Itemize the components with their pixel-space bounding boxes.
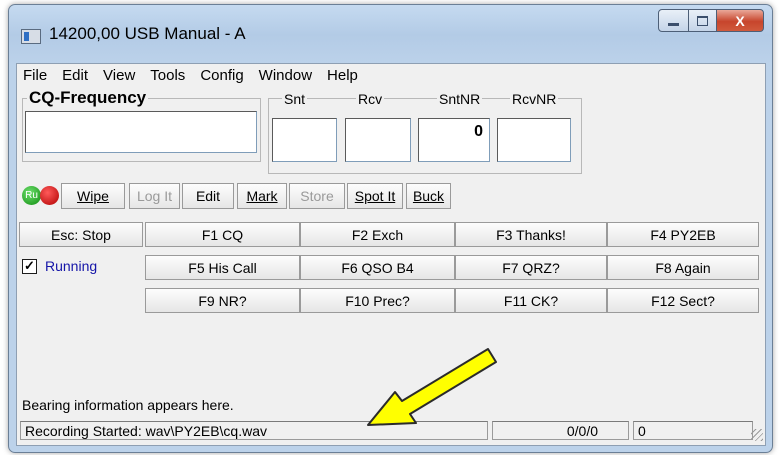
status-counts: 0/0/0 [492,421,629,440]
menu-bar: File Edit View Tools Config Window Help [17,64,765,86]
rcv-input[interactable] [345,118,411,162]
f8-button[interactable]: F8 Again [607,255,759,280]
mark-label: Mark [246,188,278,204]
menu-config[interactable]: Config [194,64,249,86]
log-it-label: Log It [136,188,173,204]
f4-button[interactable]: F4 PY2EB [607,222,759,247]
check-icon: ✓ [22,258,37,274]
spot-it-label: Spot It [354,188,396,204]
menu-file[interactable]: File [17,64,53,86]
f12-label: F12 Sect? [651,292,715,309]
esc-stop-label: Esc: Stop [51,226,111,243]
running-checkbox[interactable]: ✓ Running [22,255,97,277]
f3-button[interactable]: F3 Thanks! [455,222,607,247]
sntnr-input[interactable]: 0 [418,118,490,162]
annotation-arrow [367,348,497,426]
run-status-led: Ru [22,186,41,205]
f6-label: F6 QSO B4 [341,259,414,276]
menu-edit[interactable]: Edit [56,64,94,86]
rcv-label: Rcv [356,91,385,107]
menu-window[interactable]: Window [253,64,318,86]
f10-button[interactable]: F10 Prec? [300,288,455,313]
store-button[interactable]: Store [289,183,345,209]
transmit-status-led [40,186,59,205]
resize-grip[interactable] [751,429,763,441]
snt-input[interactable] [272,118,337,162]
minimize-button[interactable] [658,9,689,32]
f2-button[interactable]: F2 Exch [300,222,455,247]
wipe-label: Wipe [77,188,109,204]
maximize-button[interactable] [689,9,717,32]
rcvnr-label: RcvNR [510,91,559,107]
f7-button[interactable]: F7 QRZ? [455,255,607,280]
mark-button[interactable]: Mark [237,183,287,209]
f5-button[interactable]: F5 His Call [145,255,300,280]
esc-stop-button[interactable]: Esc: Stop [19,222,143,247]
f8-label: F8 Again [655,259,711,276]
buck-label: Buck [412,188,445,204]
log-it-button[interactable]: Log It [129,183,180,209]
bearing-info: Bearing information appears here. [22,397,234,413]
f11-label: F11 CK? [503,292,559,309]
f5-label: F5 His Call [188,259,257,276]
edit-label: Edit [195,188,221,204]
status-value: 0 [633,421,753,440]
run-led-label: Ru [25,190,38,201]
call-input[interactable] [25,111,257,153]
f12-button[interactable]: F12 Sect? [607,288,759,313]
menu-view[interactable]: View [97,64,141,86]
f9-button[interactable]: F9 NR? [145,288,300,313]
f3-label: F3 Thanks! [496,226,566,243]
app-icon [21,29,41,44]
close-icon: X [735,12,745,29]
minimize-icon [668,22,679,26]
menu-tools[interactable]: Tools [144,64,191,86]
rcvnr-input[interactable] [497,118,571,162]
f11-button[interactable]: F11 CK? [455,288,607,313]
f9-label: F9 NR? [198,292,247,309]
edit-button[interactable]: Edit [182,183,234,209]
buck-button[interactable]: Buck [406,183,451,209]
running-label: Running [45,258,98,274]
snt-label: Snt [282,91,308,107]
title-bar[interactable]: 14200,00 USB Manual - A X [9,5,772,63]
window-title: 14200,00 USB Manual - A [49,24,246,43]
f2-label: F2 Exch [351,226,404,243]
wipe-button[interactable]: Wipe [61,183,125,209]
sntnr-label: SntNR [437,91,483,107]
menu-help[interactable]: Help [321,64,364,86]
f1-label: F1 CQ [201,226,244,243]
arrow-shape [367,348,497,426]
window-controls: X [658,9,764,32]
maximize-icon [697,15,708,26]
close-button[interactable]: X [717,9,764,32]
f1-button[interactable]: F1 CQ [145,222,300,247]
f6-button[interactable]: F6 QSO B4 [300,255,455,280]
f4-label: F4 PY2EB [650,226,716,243]
cq-frequency-label: CQ-Frequency [27,88,149,108]
f10-label: F10 Prec? [345,292,410,309]
f7-label: F7 QRZ? [502,259,560,276]
spot-it-button[interactable]: Spot It [347,183,403,209]
store-label: Store [300,188,334,204]
